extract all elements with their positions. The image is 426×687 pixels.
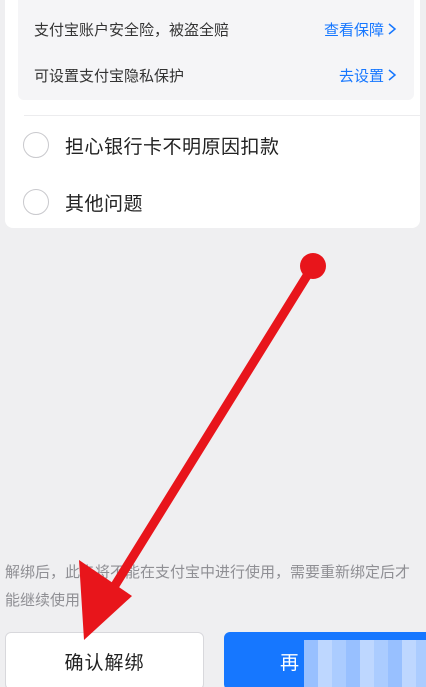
insurance-text: 支付宝账户安全险，被盗全赔 [34, 20, 230, 39]
view-coverage-link[interactable]: 查看保障 [324, 19, 398, 40]
mosaic-overlay [304, 640, 426, 687]
option-label: 其他问题 [65, 192, 144, 215]
reason-option-other[interactable]: 其他问题 [23, 187, 143, 217]
radio-unchecked-icon[interactable] [23, 189, 49, 215]
privacy-text: 可设置支付宝隐私保护 [34, 66, 185, 85]
view-coverage-label: 查看保障 [323, 20, 384, 39]
go-settings-label: 去设置 [338, 66, 384, 85]
reason-option-bank-deduction[interactable]: 担心银行卡不明原因扣款 [23, 130, 280, 160]
divider [24, 115, 420, 116]
chevron-right-icon [388, 69, 397, 81]
radio-unchecked-icon[interactable] [23, 132, 49, 158]
go-settings-link[interactable]: 去设置 [339, 65, 398, 86]
reason-card: 支付宝账户安全险，被盗全赔 查看保障 可设置支付宝隐私保护 去设置 担心银行卡不… [5, 0, 420, 228]
option-label: 担心银行卡不明原因扣款 [65, 135, 280, 158]
chevron-right-icon [388, 23, 397, 35]
confirm-unbind-button[interactable]: 确认解绑 [5, 632, 204, 687]
privacy-row[interactable]: 可设置支付宝隐私保护 去设置 [18, 52, 414, 98]
insurance-row[interactable]: 支付宝账户安全险，被盗全赔 查看保障 [18, 6, 414, 52]
security-info-box: 支付宝账户安全险，被盗全赔 查看保障 可设置支付宝隐私保护 去设置 [18, 0, 414, 100]
unbind-notice: 解绑后，此卡将不能在支付宝中进行使用，需要重新绑定后才能继续使用 [5, 563, 411, 609]
